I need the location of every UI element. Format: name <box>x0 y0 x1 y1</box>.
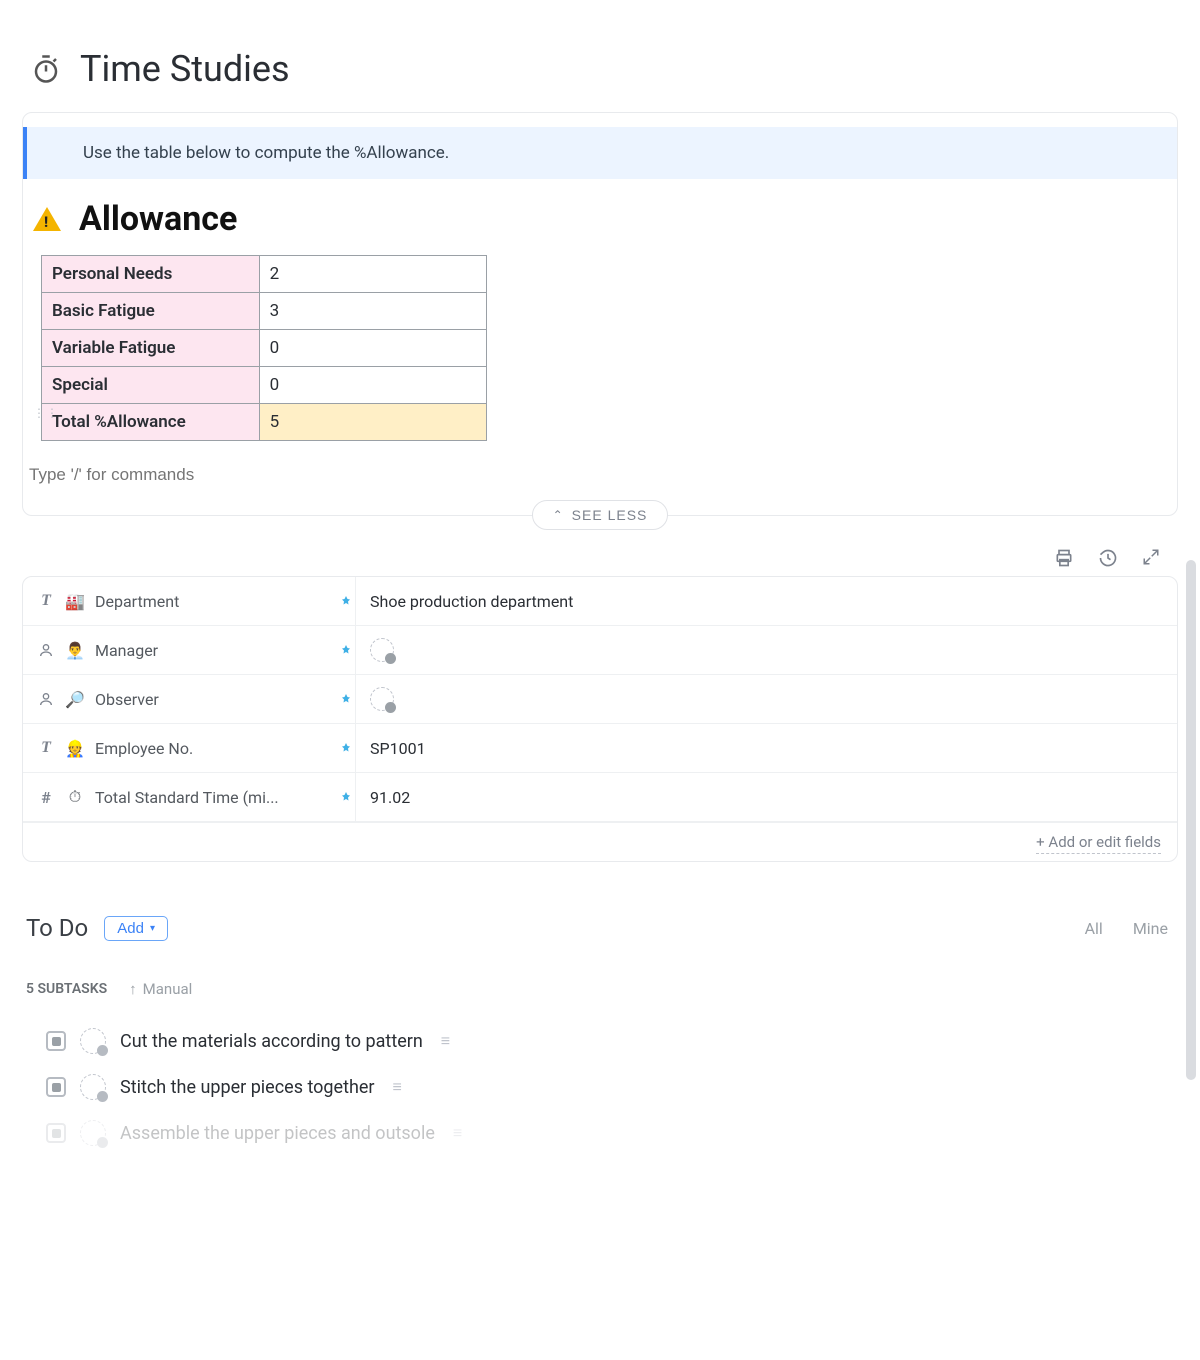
caret-down-icon: ▾ <box>150 923 155 934</box>
text-type-icon: T <box>37 739 55 757</box>
empty-avatar-icon[interactable] <box>370 687 394 711</box>
filter-all[interactable]: All <box>1085 919 1103 938</box>
arrow-up-icon: ↑ <box>129 980 137 998</box>
expand-icon[interactable] <box>1142 548 1160 566</box>
allowance-row-label[interactable]: Special <box>42 367 260 404</box>
subtask-title[interactable]: Cut the materials according to pattern <box>120 1031 423 1052</box>
pin-icon[interactable] <box>337 741 355 755</box>
pin-icon[interactable] <box>337 594 355 608</box>
field-row-manager: 👨‍💼 Manager <box>23 626 1177 675</box>
field-value[interactable]: 91.02 <box>355 773 1177 821</box>
assignee-empty-icon[interactable] <box>80 1120 106 1146</box>
field-value[interactable] <box>355 626 1177 674</box>
manager-icon: 👨‍💼 <box>65 641 85 660</box>
subtask-row[interactable]: Stitch the upper pieces together ≡ <box>22 1064 1178 1110</box>
print-icon[interactable] <box>1054 548 1072 566</box>
description-indicator-icon: ≡ <box>453 1123 462 1143</box>
pin-icon[interactable] <box>337 643 355 657</box>
allowance-row-label[interactable]: Basic Fatigue <box>42 293 260 330</box>
see-less-label: SEE LESS <box>572 507 648 523</box>
sort-button[interactable]: ↑ Manual <box>129 980 192 998</box>
field-label: Manager <box>95 641 327 660</box>
allowance-row-label[interactable]: Variable Fatigue <box>42 330 260 367</box>
vertical-scrollbar[interactable] <box>1186 560 1196 1080</box>
see-less-button[interactable]: ⌃ SEE LESS <box>532 500 669 530</box>
info-callout: Use the table below to compute the %Allo… <box>23 127 1177 179</box>
field-row-total-standard-time: # ⏱ Total Standard Time (mi... 91.02 <box>23 773 1177 822</box>
drag-handle-icon[interactable]: ⋮⋮ <box>33 411 59 416</box>
pin-icon[interactable] <box>337 692 355 706</box>
allowance-heading: Allowance <box>79 199 237 239</box>
pin-icon[interactable] <box>337 790 355 804</box>
sort-label: Manual <box>143 980 193 998</box>
subtask-row[interactable]: Cut the materials according to pattern ≡ <box>22 1018 1178 1064</box>
field-label: Total Standard Time (mi... <box>95 788 327 807</box>
field-row-employee-no: T 👷 Employee No. SP1001 <box>23 724 1177 773</box>
description-indicator-icon: ≡ <box>393 1077 402 1097</box>
chevron-up-icon: ⌃ <box>553 508 564 522</box>
description-indicator-icon: ≡ <box>441 1031 450 1051</box>
person-type-icon <box>37 691 55 707</box>
worker-icon: 👷 <box>65 739 85 758</box>
subtask-title[interactable]: Assemble the upper pieces and outsole <box>120 1123 435 1144</box>
magnifier-icon: 🔎 <box>65 690 85 709</box>
factory-icon: 🏭 <box>65 592 85 611</box>
allowance-row-value[interactable]: 3 <box>259 293 486 330</box>
number-type-icon: # <box>37 788 55 807</box>
status-checkbox[interactable] <box>46 1123 66 1143</box>
assignee-empty-icon[interactable] <box>80 1028 106 1054</box>
history-icon[interactable] <box>1098 548 1116 566</box>
add-button-label: Add <box>117 920 144 937</box>
add-subtask-button[interactable]: Add ▾ <box>104 916 168 941</box>
page-title: Time Studies <box>80 48 290 90</box>
timer-icon: ⏱ <box>65 787 85 807</box>
warning-icon <box>33 207 61 231</box>
field-value[interactable]: SP1001 <box>355 724 1177 772</box>
allowance-total-value[interactable]: 5 <box>259 404 486 441</box>
add-edit-fields-button[interactable]: + Add or edit fields <box>1036 833 1161 854</box>
field-value[interactable] <box>355 675 1177 723</box>
field-value[interactable]: Shoe production department <box>355 577 1177 625</box>
status-checkbox[interactable] <box>46 1031 66 1051</box>
subtask-count: 5 SUBTASKS <box>26 981 107 997</box>
person-type-icon <box>37 642 55 658</box>
empty-avatar-icon[interactable] <box>370 638 394 662</box>
slash-command-input[interactable] <box>29 465 429 485</box>
stopwatch-icon <box>30 53 62 85</box>
allowance-total-label[interactable]: Total %Allowance <box>42 404 260 441</box>
custom-fields-card: T 🏭 Department Shoe production departmen… <box>22 576 1178 862</box>
allowance-row-label[interactable]: Personal Needs <box>42 256 260 293</box>
field-label: Department <box>95 592 327 611</box>
allowance-row-value[interactable]: 2 <box>259 256 486 293</box>
field-row-observer: 🔎 Observer <box>23 675 1177 724</box>
assignee-empty-icon[interactable] <box>80 1074 106 1100</box>
allowance-table[interactable]: Personal Needs2 Basic Fatigue3 Variable … <box>41 255 487 441</box>
description-editor: Use the table below to compute the %Allo… <box>22 112 1178 516</box>
todo-heading: To Do <box>26 914 88 942</box>
text-type-icon: T <box>37 592 55 610</box>
field-label: Observer <box>95 690 327 709</box>
field-row-department: T 🏭 Department Shoe production departmen… <box>23 577 1177 626</box>
field-label: Employee No. <box>95 739 327 758</box>
subtask-title[interactable]: Stitch the upper pieces together <box>120 1077 375 1098</box>
filter-mine[interactable]: Mine <box>1133 919 1168 938</box>
subtask-row[interactable]: Assemble the upper pieces and outsole ≡ <box>22 1110 1178 1156</box>
allowance-row-value[interactable]: 0 <box>259 330 486 367</box>
allowance-row-value[interactable]: 0 <box>259 367 486 404</box>
status-checkbox[interactable] <box>46 1077 66 1097</box>
